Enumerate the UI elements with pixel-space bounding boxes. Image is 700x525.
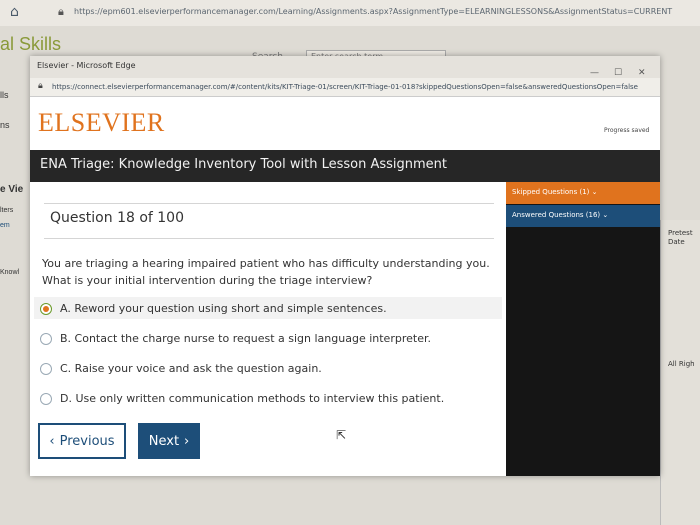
popup-address-bar: 🔒︎ https://connect.elsevierperformancema…	[30, 78, 660, 97]
option-label: C. Raise your voice and ask the question…	[60, 362, 322, 375]
previous-button-label: Previous	[59, 433, 115, 449]
option-label: A. Reword your question using short and …	[60, 302, 387, 315]
elsevier-logo: ELSEVIER	[38, 108, 165, 137]
back-left-fragment: lls	[0, 90, 9, 100]
answer-option-c[interactable]: C. Raise your voice and ask the question…	[40, 360, 490, 380]
next-button-label: Next	[148, 433, 180, 449]
answer-option-b[interactable]: B. Contact the charge nurse to request a…	[40, 330, 490, 350]
maximize-icon[interactable]: ☐	[614, 68, 622, 78]
back-right-panel	[660, 220, 700, 525]
back-right-fragment: Pretest Date	[668, 229, 693, 246]
divider	[44, 238, 494, 239]
back-left-fragment: lters	[0, 207, 14, 214]
option-label: D. Use only written communication method…	[60, 392, 445, 405]
chevron-left-icon: ‹	[49, 433, 55, 449]
back-page-title: al Skills	[0, 34, 62, 54]
back-left-fragment[interactable]: em	[0, 222, 10, 229]
window-title-bar: Elsevier - Microsoft Edge — ☐ ✕	[30, 56, 660, 78]
answered-questions-toggle[interactable]: Answered Questions (16) ⌄	[506, 205, 660, 227]
home-icon[interactable]: ⌂	[10, 4, 19, 20]
chevron-right-icon: ›	[184, 433, 190, 449]
progress-saved-status: Progress saved	[604, 127, 650, 134]
mouse-cursor-icon: ⇱	[336, 428, 347, 442]
close-icon[interactable]: ✕	[638, 68, 646, 78]
back-left-fragment: e Vie	[0, 184, 24, 195]
popup-window: Elsevier - Microsoft Edge — ☐ ✕ 🔒︎ https…	[30, 56, 660, 476]
minimize-icon[interactable]: —	[590, 68, 599, 78]
option-label: B. Contact the charge nurse to request a…	[60, 332, 431, 345]
radio-button-selected[interactable]	[40, 303, 52, 315]
question-text: You are triaging a hearing impaired pati…	[42, 257, 490, 287]
next-button[interactable]: Next ›	[138, 423, 200, 459]
chevron-down-icon: ⌄	[591, 188, 598, 196]
answer-option-a[interactable]: A. Reword your question using short and …	[40, 300, 490, 320]
radio-button[interactable]	[40, 333, 52, 345]
answered-questions-label: Answered Questions (16) ⌄	[512, 211, 609, 219]
chevron-down-icon: ⌄	[602, 211, 609, 219]
popup-url[interactable]: https://connect.elsevierperformancemanag…	[52, 83, 638, 91]
lock-icon: 🔒︎	[38, 81, 43, 91]
back-browser-url[interactable]: https://epm601.elsevierperformancemanage…	[74, 7, 672, 16]
skipped-questions-toggle[interactable]: Skipped Questions (1) ⌄	[506, 182, 660, 204]
question-number: Question 18 of 100	[50, 210, 184, 226]
previous-button[interactable]: ‹ Previous	[38, 423, 126, 459]
back-right-fragment: All Righ	[668, 360, 695, 368]
lock-icon: 🔒︎	[58, 5, 64, 18]
divider	[44, 203, 494, 204]
radio-button[interactable]	[40, 363, 52, 375]
radio-button[interactable]	[40, 393, 52, 405]
skipped-questions-label: Skipped Questions (1) ⌄	[512, 188, 598, 196]
course-title: ENA Triage: Knowledge Inventory Tool wit…	[40, 157, 448, 172]
back-browser-address-bar: ⌂ 🔒︎ https://epm601.elsevierperformancem…	[0, 0, 700, 27]
window-title: Elsevier - Microsoft Edge	[37, 61, 136, 70]
answer-option-d[interactable]: D. Use only written communication method…	[40, 390, 490, 410]
back-left-fragment: Knowl	[0, 269, 20, 276]
back-left-fragment: ns	[0, 120, 10, 130]
